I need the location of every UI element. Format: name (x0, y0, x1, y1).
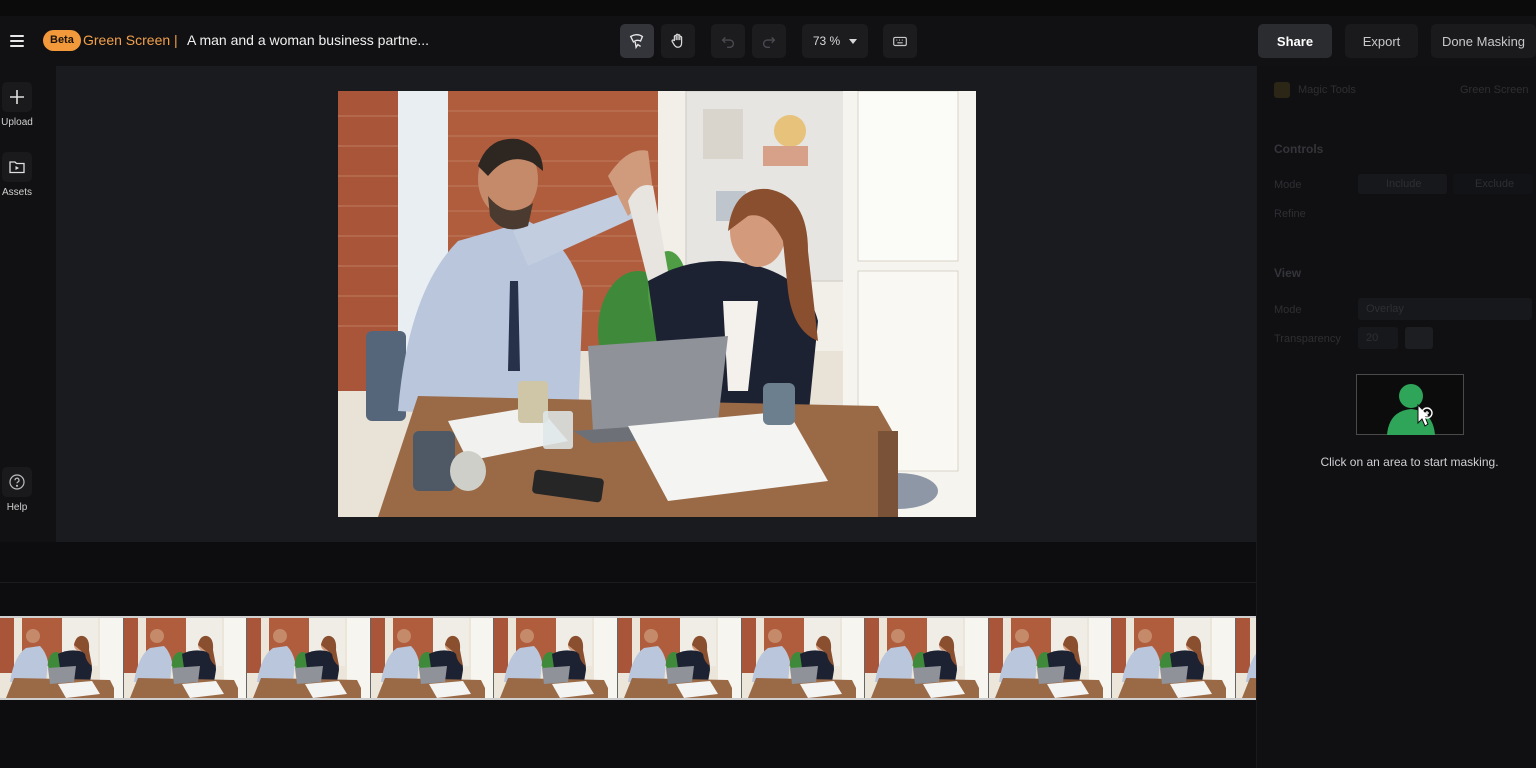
question-icon (2, 467, 32, 497)
keyboard-shortcuts-button[interactable] (883, 24, 917, 58)
chevron-down-icon (849, 38, 858, 44)
magic-tools-panel: Magic Tools Green Screen Controls Mode I… (1256, 66, 1536, 768)
controls-heading: Controls (1274, 142, 1324, 156)
view-mode-select[interactable]: Overlay (1358, 298, 1532, 320)
magic-tools-icon (1274, 82, 1290, 98)
mask-select-tool-button[interactable] (620, 24, 654, 58)
panel-subtitle: Green Screen (1460, 84, 1529, 96)
video-frame-preview[interactable] (338, 91, 976, 517)
left-sidebar: Upload Assets Help (0, 66, 56, 542)
zoom-value: 73 % (812, 34, 841, 48)
timeline-frame-thumbnail (1235, 618, 1256, 698)
undo-icon (721, 36, 735, 48)
timeline-frame-thumbnail (617, 618, 742, 698)
mode-label: Mode (1274, 179, 1302, 191)
transparency-value: 20 (1366, 332, 1379, 344)
sidebar-item-assets[interactable]: Assets (0, 152, 34, 198)
transparency-slider-thumb[interactable] (1405, 327, 1433, 349)
sidebar-item-label: Assets (1, 187, 32, 198)
view-heading: View (1274, 266, 1302, 280)
sidebar-item-label: Help (6, 502, 28, 513)
sidebar-item-label: Upload (1, 117, 33, 128)
sidebar-item-help[interactable]: Help (0, 467, 34, 513)
timeline-frame-thumbnail (865, 618, 989, 698)
masking-hint-text: Click on an area to start masking. (1320, 455, 1499, 469)
exclude-label: Exclude (1475, 178, 1515, 190)
project-title[interactable]: A man and a woman business partne... (187, 32, 429, 48)
undo-button[interactable] (711, 24, 745, 58)
window-top-strip (0, 0, 1536, 16)
view-mode-value: Overlay (1366, 303, 1404, 315)
timeline-divider (0, 582, 1256, 583)
exclude-toggle[interactable]: Exclude (1453, 174, 1533, 194)
editor-canvas[interactable] (56, 66, 1256, 542)
person-mask-icon (1387, 384, 1435, 435)
done-masking-button[interactable]: Done Masking (1431, 24, 1536, 58)
folder-icon (2, 152, 32, 182)
masking-illustration (1356, 374, 1464, 435)
timeline-frame-thumbnail (370, 618, 495, 698)
hamburger-menu-icon[interactable] (6, 30, 28, 52)
office-high-five-photo (338, 91, 976, 517)
timeline-frame-thumbnail (494, 618, 618, 698)
include-label: Include (1386, 178, 1422, 190)
timeline-frame-thumbnail (741, 618, 866, 698)
hand-icon (671, 33, 683, 48)
hand-tool-button[interactable] (661, 24, 695, 58)
timeline-panel (0, 542, 1256, 768)
include-toggle[interactable]: Include (1358, 174, 1447, 194)
timeline-frame-thumbnail (123, 618, 248, 698)
redo-button[interactable] (752, 24, 786, 58)
panel-title: Magic Tools (1298, 84, 1356, 96)
zoom-select[interactable]: 73 % (802, 24, 868, 58)
sidebar-item-upload[interactable]: Upload (0, 82, 34, 128)
view-mode-label: Mode (1274, 304, 1302, 316)
redo-icon (762, 36, 776, 48)
project-type-label: Green Screen | (83, 32, 178, 48)
transparency-input[interactable]: 20 (1358, 327, 1398, 349)
transparency-label: Transparency (1274, 333, 1341, 345)
keyboard-icon (893, 36, 907, 47)
timeline-frame-thumbnail (1112, 618, 1236, 698)
video-filmstrip-track[interactable] (0, 616, 1256, 700)
mask-select-icon (629, 34, 644, 50)
refine-label: Refine (1274, 208, 1306, 220)
share-button[interactable]: Share (1258, 24, 1332, 58)
timeline-frame-thumbnail (988, 618, 1113, 698)
beta-badge: Beta (43, 30, 81, 51)
plus-icon (2, 82, 32, 112)
timeline-frame-thumbnail (247, 618, 371, 698)
top-toolbar: Beta Green Screen | A man and a woman bu… (0, 16, 1536, 66)
timeline-frame-thumbnail (0, 618, 124, 698)
export-button[interactable]: Export (1345, 24, 1418, 58)
